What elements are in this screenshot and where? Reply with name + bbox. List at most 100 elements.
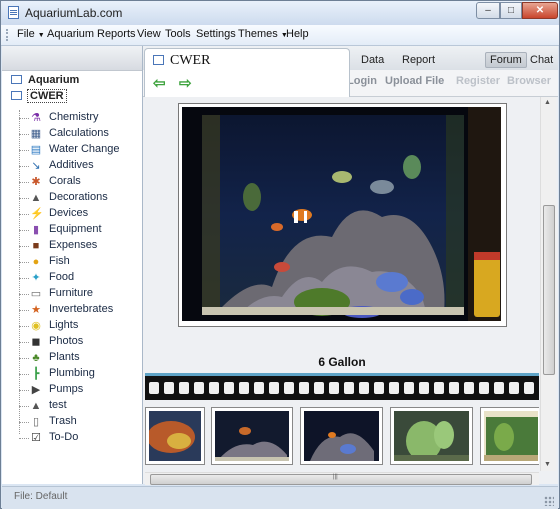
film-perforation — [479, 382, 489, 394]
tree-connector — [19, 342, 29, 343]
tree-item-label: Food — [49, 271, 75, 283]
tank-icon — [153, 55, 164, 65]
rock-icon: ▲ — [30, 400, 42, 412]
wallet-icon: ■ — [32, 240, 40, 252]
tree-item-plumbing[interactable]: ┣ Plumbing — [19, 366, 141, 382]
tree-root-cwer[interactable]: CWER — [11, 89, 67, 103]
title-bar[interactable]: AquariumLab.com – □ ✕ — [1, 1, 559, 25]
horizontal-scroll-thumb[interactable] — [150, 474, 532, 485]
back-arrow-icon[interactable]: ⇦ — [153, 74, 166, 92]
tab-forum[interactable]: Forum — [485, 52, 527, 68]
film-perforation — [524, 382, 534, 394]
menu-file[interactable]: File ▼ — [17, 28, 45, 40]
menu-reports[interactable]: Reports — [97, 28, 136, 40]
filmstrip — [145, 376, 539, 400]
tree-item-calculations[interactable]: ▦ Calculations — [19, 126, 141, 142]
tree-connector — [19, 294, 29, 295]
menu-view[interactable]: View — [137, 28, 161, 40]
tree-connector — [19, 358, 29, 359]
film-perforation — [314, 382, 324, 394]
furniture-icon: ▭ — [30, 288, 42, 300]
film-perforation — [299, 382, 309, 394]
tab-cwer[interactable]: CWER ⇦ ⇨ — [144, 48, 350, 97]
close-button[interactable]: ✕ — [522, 2, 558, 19]
tab-report[interactable]: Report — [402, 54, 435, 66]
thumbnail-4[interactable] — [390, 407, 473, 465]
thumbnail-3[interactable] — [300, 407, 383, 465]
register-link[interactable]: Register — [456, 75, 500, 87]
lightning-icon: ⚡ — [30, 208, 44, 220]
thumbnail-2[interactable] — [211, 407, 293, 465]
tree-item-label: Calculations — [49, 127, 109, 139]
vertical-scroll-thumb[interactable] — [543, 205, 555, 375]
upload-file-link[interactable]: Upload File — [385, 75, 444, 87]
forward-arrow-icon[interactable]: ⇨ — [179, 74, 192, 92]
horizontal-scrollbar[interactable]: ||| — [145, 472, 539, 485]
minimize-button[interactable]: – — [476, 2, 500, 19]
tab-data[interactable]: Data — [361, 54, 384, 66]
tree-item-test[interactable]: ▲ test — [19, 398, 141, 414]
tree-item-furniture[interactable]: ▭ Furniture — [19, 286, 141, 302]
tree-item-water-change[interactable]: ▤ Water Change — [19, 142, 141, 158]
tree-item-decorations[interactable]: ▲ Decorations — [19, 190, 141, 206]
maximize-button[interactable]: □ — [500, 2, 522, 19]
resize-grip-icon[interactable] — [544, 496, 554, 506]
menu-aquarium[interactable]: Aquarium — [47, 28, 94, 40]
tree-item-expenses[interactable]: ■ Expenses — [19, 238, 141, 254]
tree-item-trash[interactable]: ▯ Trash — [19, 414, 141, 430]
tree-item-food[interactable]: ✦ Food — [19, 270, 141, 286]
vertical-scrollbar[interactable]: ▲ ▼ — [540, 97, 556, 471]
tree-item-label: Expenses — [49, 239, 98, 251]
tree-connector — [19, 390, 29, 391]
browser-link[interactable]: Browser — [507, 75, 551, 87]
tree-item-lights[interactable]: ◉ Lights — [19, 318, 141, 334]
film-perforation — [434, 382, 444, 394]
tree-item-invertebrates[interactable]: ★ Invertebrates — [19, 302, 141, 318]
tree-connector — [19, 262, 29, 263]
tree-connector — [19, 134, 29, 135]
tree-item-devices[interactable]: ⚡ Devices — [19, 206, 141, 222]
menu-themes[interactable]: Themes ▼ — [238, 28, 288, 40]
tree-item-additives[interactable]: ↘ Additives — [19, 158, 141, 174]
film-perforation — [269, 382, 279, 394]
aquarium-photo[interactable] — [182, 107, 501, 321]
tree-item-to-do[interactable]: ☑ To-Do — [19, 430, 141, 446]
tree-connector — [19, 374, 29, 375]
film-perforation — [419, 382, 429, 394]
trash-icon: ▯ — [32, 416, 40, 428]
film-perforation — [404, 382, 414, 394]
tank-icon — [11, 91, 22, 100]
tree-item-chemistry[interactable]: ⚗ Chemistry — [19, 110, 141, 126]
scroll-down-icon[interactable]: ▼ — [544, 461, 551, 468]
fish-icon: ● — [32, 256, 40, 268]
login-link[interactable]: Login — [347, 75, 377, 87]
tree-item-corals[interactable]: ✱ Corals — [19, 174, 141, 190]
tree-item-equipment[interactable]: ▮ Equipment — [19, 222, 141, 238]
thumbnail-5[interactable] — [480, 407, 539, 465]
film-perforation — [509, 382, 519, 394]
tree-item-pumps[interactable]: ▶ Pumps — [19, 382, 141, 398]
dropper-icon: ↘ — [31, 160, 41, 172]
status-text: File: Default — [14, 491, 68, 502]
tree-connector — [19, 182, 29, 183]
tree-item-fish[interactable]: ● Fish — [19, 254, 141, 270]
tree-item-label: To-Do — [49, 431, 79, 443]
menu-help[interactable]: Help — [286, 28, 309, 40]
tree-item-label: Pumps — [49, 383, 84, 395]
tree-item-photos[interactable]: ◼ Photos — [19, 334, 141, 350]
rock-icon: ▲ — [30, 192, 42, 204]
chevron-down-icon: ▼ — [37, 32, 45, 39]
film-perforation — [149, 382, 159, 394]
tree-item-label: Corals — [49, 175, 81, 187]
menu-settings[interactable]: Settings — [196, 28, 236, 40]
pipe-icon: ┣ — [32, 368, 40, 380]
tree-item-label: Trash — [49, 415, 77, 427]
thumbnail-1[interactable] — [145, 407, 205, 465]
tree-header — [2, 46, 142, 71]
tree-root-aquarium[interactable]: Aquarium — [11, 74, 79, 86]
food-icon: ✦ — [31, 272, 41, 284]
menu-tools[interactable]: Tools — [165, 28, 191, 40]
tree-item-plants[interactable]: ♣ Plants — [19, 350, 141, 366]
tab-chat[interactable]: Chat — [530, 54, 553, 66]
scroll-up-icon[interactable]: ▲ — [544, 99, 551, 106]
